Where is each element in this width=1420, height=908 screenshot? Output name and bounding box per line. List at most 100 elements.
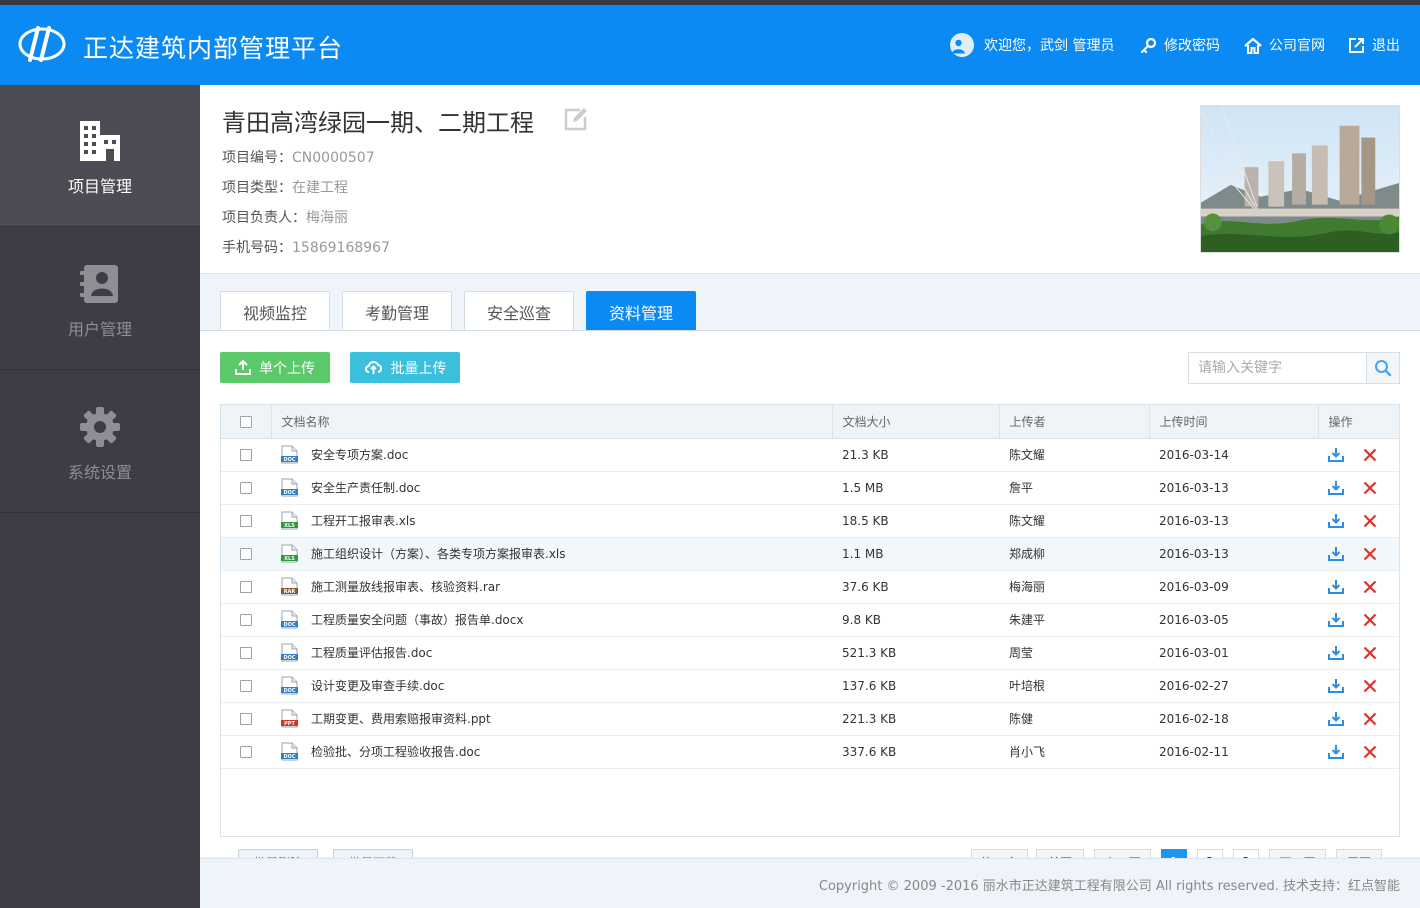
delete-icon[interactable] — [1363, 481, 1377, 495]
project-owner: 梅海丽 — [306, 210, 348, 226]
cloud-upload-icon — [364, 361, 382, 374]
select-all-checkbox[interactable] — [239, 415, 252, 428]
search-button[interactable] — [1366, 353, 1399, 383]
row-select-cell — [221, 735, 271, 768]
table-row[interactable]: DOC 安全生产责任制.doc 1.5 MB 詹平 2016-03-13 — [221, 471, 1399, 504]
download-icon[interactable] — [1328, 480, 1344, 495]
logout-link[interactable]: 退出 — [1348, 5, 1400, 85]
project-owner-row: 项目负责人：梅海丽 — [222, 207, 348, 227]
row-checkbox[interactable] — [240, 614, 252, 626]
row-checkbox[interactable] — [240, 713, 252, 725]
file-name[interactable]: 工程质量安全问题（事故）报告单.docx — [311, 611, 523, 628]
download-icon[interactable] — [1328, 645, 1344, 660]
table-row[interactable]: RAR 施工测量放线报审表、核验资料.rar 37.6 KB 梅海丽 2016-03-0… — [221, 570, 1399, 603]
sidebar-item-label: 用户管理 — [67, 320, 132, 339]
row-checkbox[interactable] — [240, 515, 252, 527]
file-name-cell: XLS 工程开工报审表.xls — [271, 504, 832, 537]
project-info: 青田高湾绿园一期、二期工程 项目编号：CN0000507 项目类型：在建工程 项… — [200, 85, 1420, 274]
batch-upload-button[interactable]: 批量上传 — [350, 352, 460, 383]
file-name[interactable]: 设计变更及审查手续.doc — [311, 677, 444, 694]
table-row[interactable]: DOC 工程质量安全问题（事故）报告单.docx 9.8 KB 朱建平 2016-03-… — [221, 603, 1399, 636]
table-row[interactable]: DOC 安全专项方案.doc 21.3 KB 陈文耀 2016-03-14 — [221, 438, 1399, 471]
project-photo — [1200, 105, 1400, 253]
file-name[interactable]: 检验批、分项工程验收报告.doc — [311, 743, 480, 760]
search-input[interactable] — [1189, 353, 1367, 383]
select-all-cell — [221, 405, 272, 439]
row-checkbox[interactable] — [240, 548, 252, 560]
single-upload-button[interactable]: 单个上传 — [220, 352, 330, 383]
company-logo-icon — [18, 26, 66, 62]
row-checkbox[interactable] — [240, 581, 252, 593]
delete-icon[interactable] — [1363, 712, 1377, 726]
column-header-date[interactable]: 上传时间 — [1149, 405, 1319, 439]
row-checkbox[interactable] — [240, 647, 252, 659]
table-row[interactable]: XLS 施工组织设计（方案）、各类专项方案报审表.xls 1.1 MB 郑成柳 2016… — [221, 537, 1399, 570]
file-name[interactable]: 安全专项方案.doc — [311, 446, 408, 463]
tab-documents[interactable]: 资料管理 — [586, 291, 696, 338]
table-row[interactable]: XLS 工程开工报审表.xls 18.5 KB 陈文耀 2016-03-13 — [221, 504, 1399, 537]
svg-text:DOC: DOC — [283, 622, 295, 628]
file-name[interactable]: 施工组织设计（方案）、各类专项方案报审表.xls — [311, 545, 566, 562]
delete-icon[interactable] — [1363, 448, 1377, 462]
sidebar-item-settings[interactable]: 系统设置 — [0, 371, 200, 513]
batch-upload-label: 批量上传 — [390, 360, 447, 377]
download-icon[interactable] — [1328, 513, 1344, 528]
table-row[interactable]: PPT 工期变更、费用索赔报审资料.ppt 221.3 KB 陈健 2016-02-18 — [221, 702, 1399, 735]
column-header-size[interactable]: 文档大小 — [832, 405, 1000, 439]
uploader: 詹平 — [1009, 481, 1034, 495]
file-name[interactable]: 工程质量评估报告.doc — [311, 644, 432, 661]
column-header-uploader[interactable]: 上传者 — [999, 405, 1150, 439]
row-checkbox[interactable] — [240, 482, 252, 494]
uploader: 叶培根 — [1009, 679, 1046, 693]
tab-safety-patrol[interactable]: 安全巡查 — [464, 291, 574, 331]
delete-icon[interactable] — [1363, 745, 1377, 759]
row-checkbox[interactable] — [240, 680, 252, 692]
file-size: 337.6 KB — [842, 744, 897, 759]
download-icon[interactable] — [1328, 612, 1344, 627]
row-checkbox[interactable] — [240, 746, 252, 758]
project-owner-label: 项目负责人： — [222, 210, 306, 226]
delete-icon[interactable] — [1363, 580, 1377, 594]
file-size: 9.8 KB — [842, 612, 881, 627]
download-icon[interactable] — [1328, 678, 1344, 693]
actions-cell — [1318, 438, 1399, 471]
table-row[interactable]: DOC 设计变更及审查手续.doc 137.6 KB 叶培根 2016-02-27 — [221, 669, 1399, 702]
file-name[interactable]: 工程开工报审表.xls — [311, 512, 416, 529]
file-name[interactable]: 工期变更、费用索赔报审资料.ppt — [311, 710, 491, 727]
delete-icon[interactable] — [1363, 547, 1377, 561]
delete-icon[interactable] — [1363, 646, 1377, 660]
row-select-cell — [221, 537, 271, 570]
download-icon[interactable] — [1328, 711, 1344, 726]
delete-icon[interactable] — [1363, 613, 1377, 627]
sidebar-item-projects[interactable]: 项目管理 — [0, 85, 200, 227]
file-name[interactable]: 安全生产责任制.doc — [311, 479, 420, 496]
welcome-user[interactable]: 欢迎您，武剑 管理员 — [950, 5, 1114, 85]
delete-icon[interactable] — [1363, 514, 1377, 528]
upload-date: 2016-03-01 — [1159, 645, 1229, 660]
company-site-link[interactable]: 公司官网 — [1244, 5, 1325, 85]
download-icon[interactable] — [1328, 546, 1344, 561]
app-title: 正达建筑内部管理平台 — [83, 34, 344, 63]
upload-icon — [235, 360, 251, 375]
actions-cell — [1318, 636, 1399, 669]
row-checkbox[interactable] — [240, 449, 252, 461]
sidebar-item-users[interactable]: 用户管理 — [0, 228, 200, 370]
footer: Copyright © 2009 -2016 丽水市正达建筑工程有限公司 All… — [200, 858, 1420, 908]
column-header-name[interactable]: 文档名称 — [271, 405, 833, 439]
delete-icon[interactable] — [1363, 679, 1377, 693]
tab-attendance[interactable]: 考勤管理 — [342, 291, 452, 331]
file-size: 18.5 KB — [842, 513, 889, 528]
home-icon — [1244, 37, 1262, 54]
tab-video-monitoring[interactable]: 视频监控 — [220, 291, 330, 331]
download-icon[interactable] — [1328, 579, 1344, 594]
table-row[interactable]: DOC 工程质量评估报告.doc 521.3 KB 周莹 2016-03-01 — [221, 636, 1399, 669]
file-name[interactable]: 施工测量放线报审表、核验资料.rar — [311, 578, 500, 595]
file-name-cell: DOC 设计变更及审查手续.doc — [271, 669, 832, 702]
edit-icon[interactable] — [563, 106, 589, 132]
download-icon[interactable] — [1328, 744, 1344, 759]
table-row[interactable]: DOC 检验批、分项工程验收报告.doc 337.6 KB 肖小飞 2016-02-11 — [221, 735, 1399, 768]
change-password-link[interactable]: 修改密码 — [1140, 5, 1220, 85]
file-name-cell: DOC 工程质量评估报告.doc — [271, 636, 832, 669]
download-icon[interactable] — [1328, 447, 1344, 462]
file-size: 221.3 KB — [842, 711, 897, 726]
